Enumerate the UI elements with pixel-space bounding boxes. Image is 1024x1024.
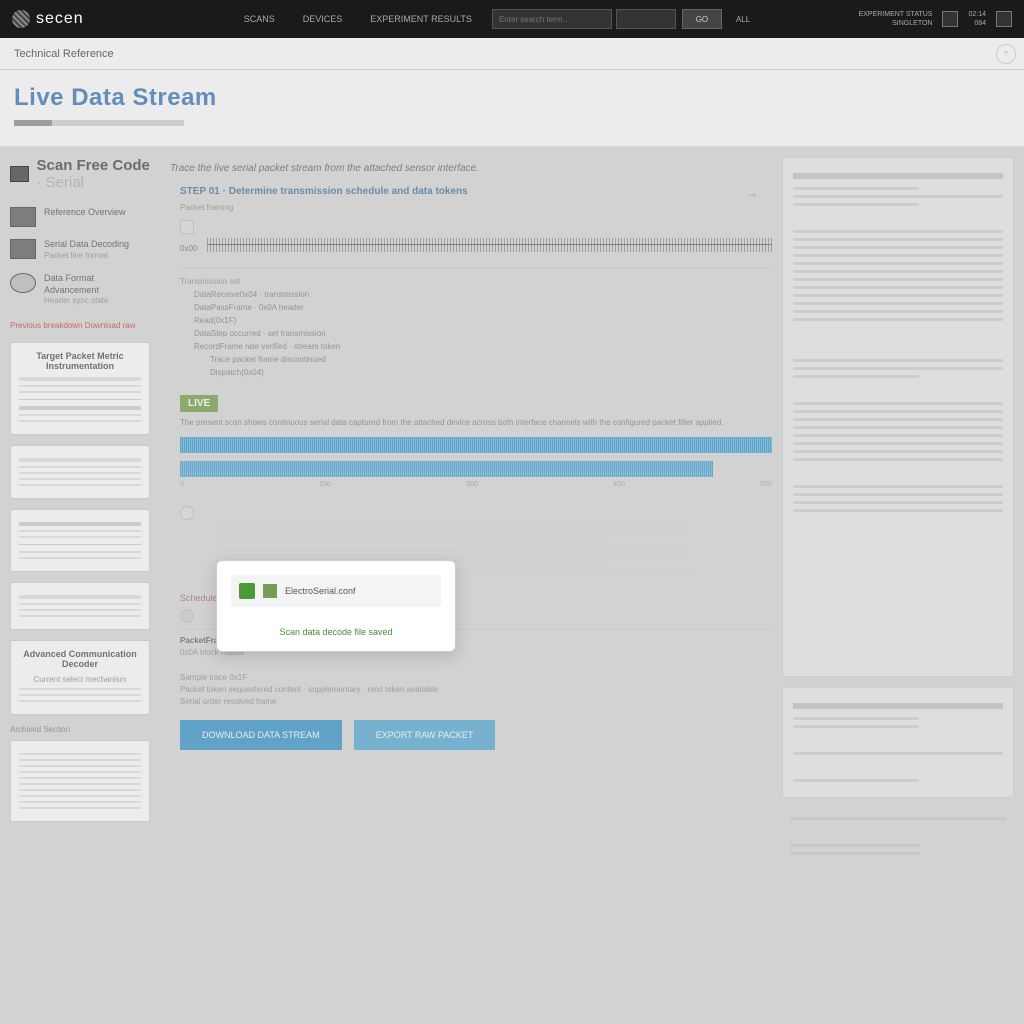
scope-label[interactable]: ALL: [736, 15, 750, 24]
popup-file-row[interactable]: ElectroSerial.conf: [231, 575, 441, 607]
step-sub: Packet framing: [180, 203, 772, 212]
chart-x-ticks: 0 150 300 450 550: [180, 481, 772, 488]
status-text: EXPERIMENT STATUS SINGLETON: [859, 10, 933, 28]
primary-nav: SCANS DEVICES EXPERIMENT RESULTS: [244, 14, 472, 24]
export-raw-button[interactable]: EXPORT RAW PACKET: [354, 720, 496, 750]
page-title-text: Live Data Stream: [14, 84, 217, 111]
file-icon: [263, 584, 277, 598]
popup-message: Scan data decode file saved: [231, 627, 441, 637]
left-sidebar: Scan Free Code · Serial Reference Overvi…: [10, 157, 150, 864]
sidebar-card-block: [10, 445, 150, 499]
ruler-start-label: 0x00: [180, 244, 197, 253]
breadcrumb[interactable]: Technical Reference: [14, 48, 114, 60]
help-icon[interactable]: ?: [996, 44, 1016, 64]
save-confirmation-popup: ElectroSerial.conf Scan data decode file…: [216, 560, 456, 652]
grid-icon[interactable]: [996, 11, 1012, 27]
sidebar-card-block: [10, 509, 150, 572]
main-content: Trace the live serial packet stream from…: [160, 157, 772, 864]
chart-description: The present scan shows continuous serial…: [180, 418, 772, 427]
live-chart-section: LIVE The present scan shows continuous s…: [180, 395, 772, 575]
nav-devices[interactable]: DEVICES: [303, 14, 343, 24]
placeholder-line: [19, 377, 141, 381]
search-group: GO: [492, 9, 722, 29]
step-icon: [180, 220, 194, 234]
right-sidebar: [782, 157, 1014, 864]
sidebar-item-label: Serial Data DecodingPacket line format: [44, 239, 129, 261]
log-heading: Transmission set: [180, 277, 772, 286]
calendar-icon[interactable]: [942, 11, 958, 27]
hero: Live Data Stream: [0, 70, 1024, 147]
log-line: Trace packet frame discontinued: [210, 355, 772, 364]
log-line: DataPassFrame · 0x0A header: [194, 303, 772, 312]
brand-logo[interactable]: secen: [12, 10, 84, 28]
log-list: DataReceive0x04 · transmission DataPassF…: [194, 290, 772, 377]
log-line: DataStep occurred · set transmission: [194, 329, 772, 338]
brand-text: secen: [36, 10, 84, 28]
sidebar-card-metrics: Target Packet Metric Instrumentation: [10, 342, 150, 435]
chart-series-b: [180, 461, 713, 477]
status-time-val: 02:14: [968, 10, 986, 19]
user-icon: [180, 506, 194, 520]
log-line: DataReceive0x04 · transmission: [194, 290, 772, 299]
disc-icon: [10, 273, 36, 293]
token-icon: [180, 609, 194, 623]
section-heading: Scan Free Code · Serial: [37, 157, 151, 191]
step-section: → STEP 01 · Determine transmission sched…: [180, 186, 772, 377]
sidebar-card-archive: [10, 740, 150, 822]
logo-icon: [12, 10, 30, 28]
action-bar: DOWNLOAD DATA STREAM EXPORT RAW PACKET: [180, 720, 772, 750]
sidebar-item-decoding[interactable]: Serial Data DecodingPacket line format: [10, 233, 150, 267]
token-line: Serial order resolved frame: [180, 697, 772, 706]
page-title: Live Data Stream: [14, 84, 1010, 112]
topbar-status: EXPERIMENT STATUS SINGLETON 02:14 084: [859, 10, 1012, 28]
status-time: 02:14 084: [968, 10, 986, 28]
download-stream-button[interactable]: DOWNLOAD DATA STREAM: [180, 720, 342, 750]
download-raw-link[interactable]: Previous breakdown Download raw: [10, 321, 150, 330]
stack-icon: [10, 239, 36, 259]
right-footer: [782, 808, 1014, 864]
search-input[interactable]: [492, 9, 612, 29]
timeline-ruler[interactable]: [207, 238, 772, 252]
token-line: Packet token sequestered content · suppl…: [180, 685, 772, 694]
tab-strip[interactable]: [14, 120, 184, 126]
chip-icon: [10, 166, 29, 182]
sidebar-footer-label: Archived Section: [10, 725, 150, 734]
card-subtitle: Current select mechanism: [19, 675, 141, 684]
log-line: Read(0x1F): [194, 316, 772, 325]
doc-icon: [10, 207, 36, 227]
status-line-1: EXPERIMENT STATUS: [859, 10, 933, 19]
step-heading: STEP 01 · Determine transmission schedul…: [180, 186, 772, 197]
right-panel-main: [782, 157, 1014, 677]
nav-scans[interactable]: SCANS: [244, 14, 275, 24]
breadcrumb-bar: Technical Reference ?: [0, 38, 1024, 70]
search-go-button[interactable]: GO: [682, 9, 722, 29]
intro-text: Trace the live serial packet stream from…: [170, 163, 772, 174]
sidebar-item-format[interactable]: Data Format AdvancementHeader sync state: [10, 267, 150, 313]
stream-chart[interactable]: 0 150 300 450 550: [180, 437, 772, 488]
sidebar-card-block: [10, 582, 150, 630]
log-line: RecordFrame rate verified · stream token: [194, 342, 772, 351]
sidebar-card-decoder: Advanced Communication Decoder Current s…: [10, 640, 150, 715]
live-badge: LIVE: [180, 395, 218, 412]
card-title: Target Packet Metric Instrumentation: [19, 351, 141, 371]
status-line-2: SINGLETON: [892, 19, 932, 28]
token-line: Sample trace 0x1F: [180, 673, 772, 682]
check-icon: [239, 583, 255, 599]
content-body: Scan Free Code · Serial Reference Overvi…: [0, 147, 1024, 864]
sidebar-item-label: Reference Overview: [44, 207, 126, 227]
arrow-right-icon[interactable]: →: [746, 186, 758, 200]
right-panel-sub: [782, 687, 1014, 798]
nav-results[interactable]: EXPERIMENT RESULTS: [370, 14, 472, 24]
status-count: 084: [974, 19, 986, 28]
section-title: Scan Free Code · Serial: [10, 157, 150, 191]
topbar: secen SCANS DEVICES EXPERIMENT RESULTS G…: [0, 0, 1024, 38]
search-filter-input[interactable]: [616, 9, 676, 29]
log-line: Dispatch(0x04): [210, 368, 772, 377]
card-title: Advanced Communication Decoder: [19, 649, 141, 669]
sidebar-item-label: Data Format AdvancementHeader sync state: [44, 273, 150, 307]
sidebar-item-overview[interactable]: Reference Overview: [10, 201, 150, 233]
popup-filename: ElectroSerial.conf: [285, 586, 356, 596]
chart-series-a: [180, 437, 772, 453]
